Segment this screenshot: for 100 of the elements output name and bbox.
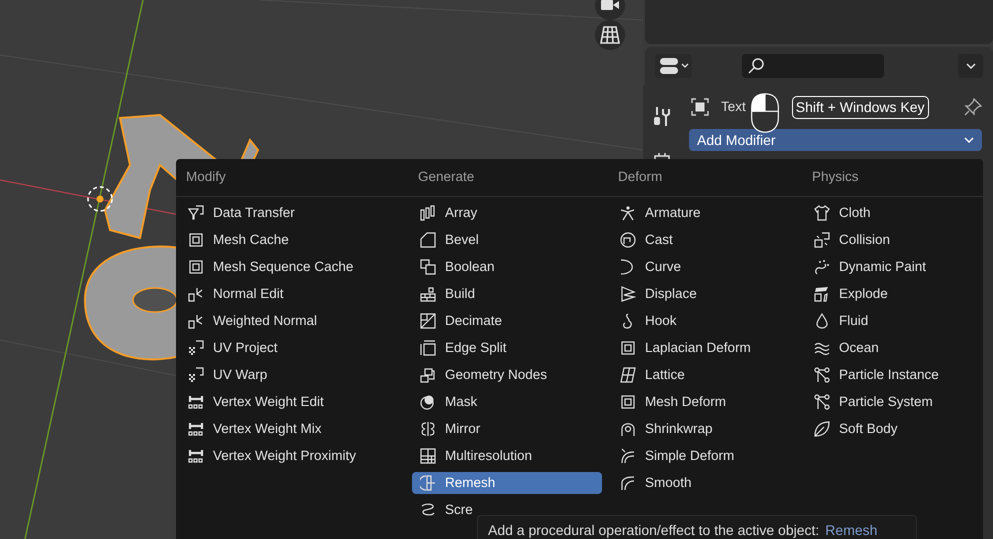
editor-type-button[interactable]: [655, 54, 692, 78]
menu-item[interactable]: Mesh Cache: [180, 229, 402, 251]
mirror-icon: [420, 421, 436, 437]
frame-icon: [620, 340, 636, 356]
explode-icon: [814, 286, 830, 302]
pin-icon[interactable]: [964, 98, 982, 116]
menu-item[interactable]: Hook: [612, 310, 796, 332]
menu-item[interactable]: Scre: [412, 499, 602, 521]
menu-item[interactable]: Shrinkwrap: [612, 418, 796, 440]
sphere-icon: [420, 394, 436, 410]
camera-icon: [601, 0, 619, 11]
menu-item[interactable]: Edge Split: [412, 337, 602, 359]
lattice-icon: [620, 367, 636, 383]
object-icon: [691, 98, 709, 116]
add-modifier-dropdown[interactable]: Add Modifier: [689, 129, 982, 151]
menu-item[interactable]: Fluid: [806, 310, 973, 332]
menu-item[interactable]: Multiresolution: [412, 445, 602, 467]
bars-icon: [420, 205, 436, 221]
menu-item[interactable]: Mesh Deform: [612, 391, 796, 413]
menu-item[interactable]: Cloth: [806, 202, 973, 224]
object-name: Text: [721, 98, 746, 116]
tooltip-text: Add a procedural operation/effect to the active object:: [488, 522, 820, 538]
menu-heading: Physics: [811, 168, 860, 186]
menu-item[interactable]: Bevel: [412, 229, 602, 251]
smooth-curve-icon: [620, 475, 636, 491]
frame-icon: [188, 232, 204, 248]
menu-item[interactable]: Decimate: [412, 310, 602, 332]
menu-item[interactable]: Displace: [612, 283, 796, 305]
squares-icon: [420, 259, 436, 275]
menu-item[interactable]: Collision: [806, 229, 973, 251]
dumbbell-icon: [188, 448, 204, 464]
menu-item[interactable]: Curve: [612, 256, 796, 278]
menu-item[interactable]: Mask: [412, 391, 602, 413]
arc-icon: [620, 259, 636, 275]
edge-split-icon: [420, 340, 436, 356]
particles-icon: [814, 367, 830, 383]
chevron-icon: [964, 137, 974, 143]
frame-icon: [188, 259, 204, 275]
checker-icon: [188, 340, 204, 356]
corner-arrow-icon: [188, 286, 204, 302]
chevron-icon: [966, 63, 976, 69]
menu-item[interactable]: Soft Body: [806, 418, 973, 440]
menu-item[interactable]: Lattice: [612, 364, 796, 386]
bent-arrow-icon: [620, 448, 636, 464]
menu-heading: Deform: [617, 168, 664, 186]
options-button[interactable]: [958, 54, 983, 78]
search-field[interactable]: [742, 54, 884, 78]
menu-item[interactable]: Vertex Weight Proximity: [180, 445, 402, 467]
collision-icon: [814, 232, 830, 248]
menu-item[interactable]: UV Project: [180, 337, 402, 359]
menu-item[interactable]: Vertex Weight Mix: [180, 418, 402, 440]
mouse-icon: [750, 93, 780, 133]
dumbbell-icon: [188, 394, 204, 410]
node-icon: [420, 367, 436, 383]
menu-item[interactable]: Weighted Normal: [180, 310, 402, 332]
wrench-icon[interactable]: [652, 107, 670, 127]
toggle-icon: [658, 57, 688, 75]
menu-item[interactable]: Explode: [806, 283, 973, 305]
menu-item[interactable]: Mirror: [412, 418, 602, 440]
corner-arrow-icon: [188, 313, 204, 329]
menu-item[interactable]: Remesh: [412, 472, 602, 494]
key-hint: Shift + Windows Key: [792, 96, 929, 118]
grid-icon: [600, 26, 620, 44]
menu-item[interactable]: Geometry Nodes: [412, 364, 602, 386]
menu-heading: Modify: [185, 168, 227, 186]
dumbbell-icon: [188, 421, 204, 437]
menu-item[interactable]: Particle System: [806, 391, 973, 413]
frame-icon: [620, 394, 636, 410]
displace-icon: [620, 286, 636, 302]
menu-item[interactable]: Boolean: [412, 256, 602, 278]
circle-icon: [620, 232, 636, 248]
spiral-icon: [420, 502, 436, 518]
funnel-icon: [188, 205, 204, 221]
shirt-icon: [814, 205, 830, 221]
menu-item[interactable]: Data Transfer: [180, 202, 402, 224]
checker-icon: [188, 367, 204, 383]
menu-item[interactable]: Laplacian Deform: [612, 337, 796, 359]
bevel-icon: [420, 232, 436, 248]
menu-item[interactable]: Array: [412, 202, 602, 224]
shrinkwrap-icon: [620, 421, 636, 437]
menu-item[interactable]: Armature: [612, 202, 796, 224]
figure-icon: [620, 205, 636, 221]
menu-item[interactable]: Normal Edit: [180, 283, 402, 305]
menu-item[interactable]: Cast: [612, 229, 796, 251]
menu-item[interactable]: Simple Deform: [612, 445, 796, 467]
menu-item[interactable]: Vertex Weight Edit: [180, 391, 402, 413]
menu-item[interactable]: Dynamic Paint: [806, 256, 973, 278]
menu-item[interactable]: Smooth: [612, 472, 796, 494]
drop-icon: [814, 313, 830, 329]
menu-item[interactable]: Mesh Sequence Cache: [180, 256, 402, 278]
waves-icon: [814, 340, 830, 356]
leaf-icon: [814, 421, 830, 437]
menu-item[interactable]: Ocean: [806, 337, 973, 359]
menu-item[interactable]: Build: [412, 283, 602, 305]
menu-item[interactable]: UV Warp: [180, 364, 402, 386]
paint-splash-icon: [814, 259, 830, 275]
tooltip-value: Remesh: [825, 522, 878, 538]
particles-icon: [814, 394, 830, 410]
menu-item[interactable]: Particle Instance: [806, 364, 973, 386]
menu-heading: Generate: [417, 168, 476, 186]
